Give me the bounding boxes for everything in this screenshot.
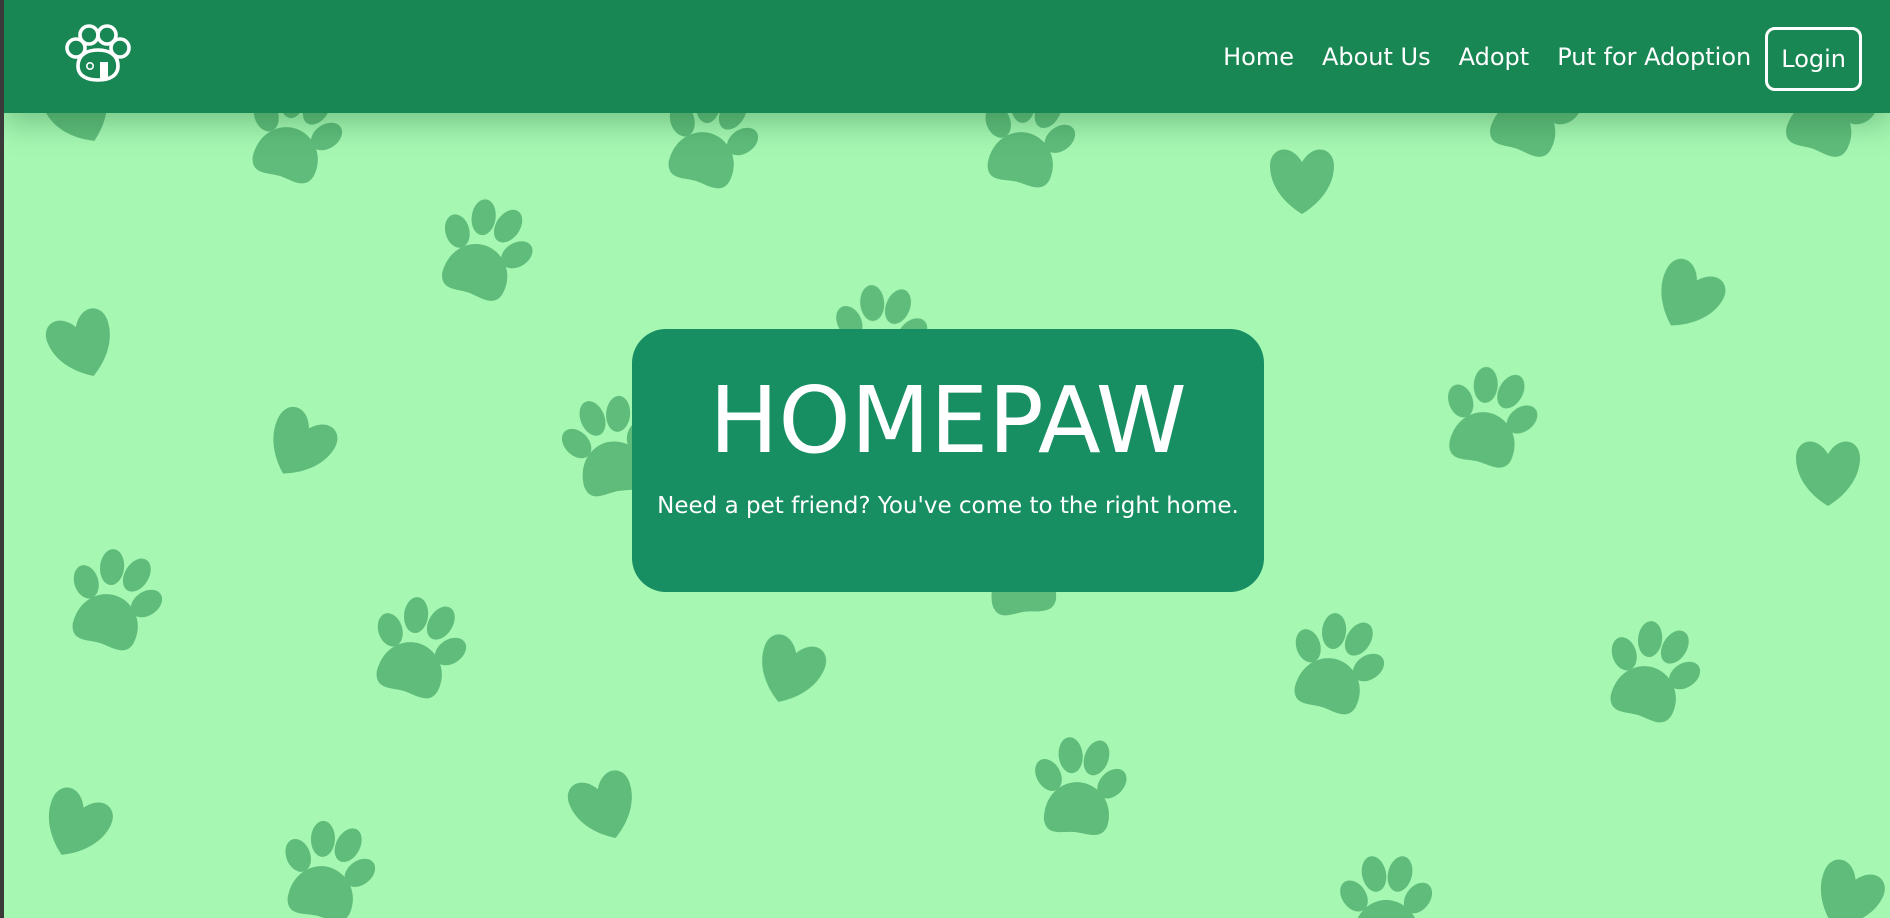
hero-card: HOMEPAW Need a pet friend? You've come t…: [632, 329, 1264, 592]
hero-subtitle: Need a pet friend? You've come to the ri…: [657, 493, 1239, 519]
top-navbar: Home About Us Adopt Put for Adoption Log…: [4, 0, 1890, 113]
nav-home-link[interactable]: Home: [1223, 43, 1294, 71]
nav-about-us-link[interactable]: About Us: [1322, 43, 1431, 71]
hero-title: HOMEPAW: [709, 367, 1187, 474]
paw-house-logo[interactable]: [62, 24, 134, 86]
nav-links: Home About Us Adopt Put for Adoption Log…: [1223, 0, 1890, 113]
login-button[interactable]: Login: [1765, 26, 1862, 91]
nav-put-for-adoption-link[interactable]: Put for Adoption: [1557, 43, 1751, 71]
nav-adopt-link[interactable]: Adopt: [1459, 43, 1530, 71]
app-window: Home About Us Adopt Put for Adoption Log…: [4, 0, 1890, 918]
